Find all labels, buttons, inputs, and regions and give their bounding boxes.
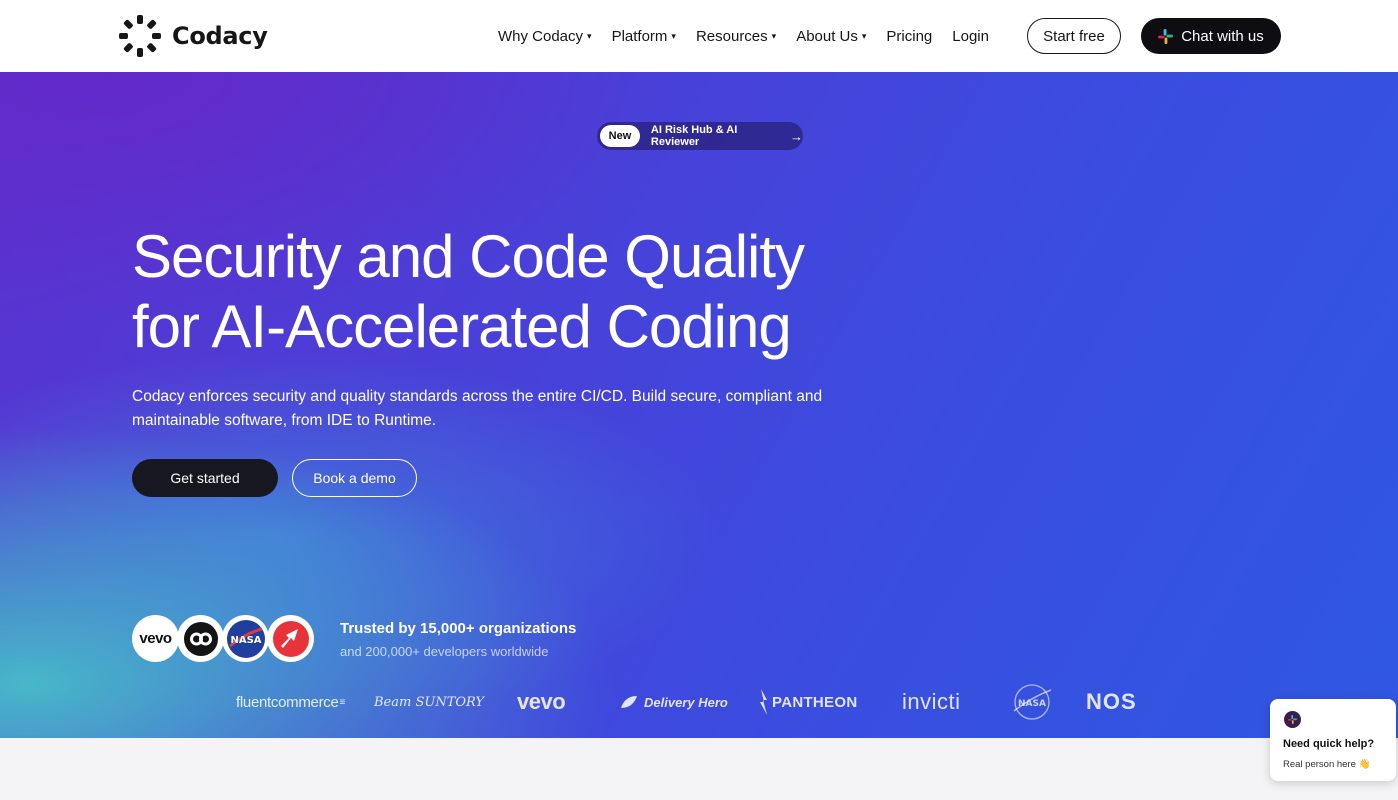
menu-pricing[interactable]: Pricing — [886, 28, 932, 45]
brand-text: NASA — [1018, 699, 1046, 709]
brand-text: PANTHEON — [772, 693, 858, 711]
pantheon-bolt-icon — [760, 689, 767, 715]
customer-logos: fluentcommerce ≡ Beam SUNTORY vevo Deliv… — [236, 682, 1166, 722]
nasa-logo: NASA — [1011, 682, 1053, 722]
slack-icon — [1284, 711, 1301, 728]
brand-text: vevo — [517, 689, 566, 714]
brand-text: Beam SUNTORY — [374, 694, 484, 710]
menu-label: Why Codacy — [498, 27, 584, 45]
caret-down-icon: ▾ — [587, 30, 592, 41]
customer-avatars: vevo NASA — [132, 615, 314, 662]
caret-down-icon: ▾ — [861, 30, 867, 41]
menu-about-us[interactable]: About Us ▾ — [796, 28, 866, 45]
help-title: Need quick help? — [1283, 738, 1375, 750]
menu-why-codacy[interactable]: Why Codacy ▾ — [498, 28, 592, 45]
brand-logo[interactable]: Codacy — [118, 14, 268, 58]
nos-logo: NOS — [1086, 682, 1137, 722]
arrow-right-icon: → — [790, 128, 803, 144]
menu-resources[interactable]: Resources ▾ — [696, 28, 776, 45]
help-chat-widget[interactable]: Need quick help? Real person here 👋 — [1270, 699, 1396, 781]
rocket-logo-icon — [272, 620, 309, 657]
trusted-headline: Trusted by 15,000+ organizations — [340, 620, 577, 637]
announcement-badge[interactable]: New AI Risk Hub & AI Reviewer → — [597, 122, 803, 150]
vevo-logo: vevo — [517, 682, 566, 722]
co-avatar — [177, 615, 224, 662]
nasa-meatball-icon: NASA — [1013, 684, 1052, 720]
slack-mini-icon — [1288, 715, 1297, 724]
pantheon-logo: PANTHEON — [758, 682, 857, 722]
chat-label: Chat with us — [1181, 27, 1264, 45]
book-demo-button[interactable]: Book a demo — [292, 459, 417, 497]
new-tag: New — [600, 125, 640, 147]
brand-text: invicti — [902, 689, 961, 714]
slack-icon — [1158, 28, 1174, 44]
chat-with-us-button[interactable]: Chat with us — [1141, 18, 1281, 54]
get-started-button[interactable]: Get started — [132, 459, 278, 497]
nasa-logo-icon: NASA — [226, 619, 265, 658]
co-logo-icon — [183, 621, 218, 656]
invicti-logo: invicti — [902, 682, 961, 722]
nasa-avatar: NASA — [222, 615, 269, 662]
menu-label: Pricing — [886, 27, 933, 45]
stripes-icon: ≡ — [339, 696, 346, 708]
delivery-hero-icon — [621, 696, 637, 708]
caret-down-icon: ▾ — [671, 30, 676, 41]
brand-text: fluentcommerce — [236, 693, 339, 711]
headline-line-2: for AI-Accelerated Coding — [132, 293, 792, 360]
brand-text: Delivery Hero — [644, 694, 728, 710]
help-subtext: Real person here 👋 — [1283, 759, 1371, 770]
announcement-text: AI Risk Hub & AI Reviewer — [650, 124, 738, 148]
hero-headline: Security and Code Quality for AI-Acceler… — [132, 222, 952, 362]
nasa-avatar-text: NASA — [230, 635, 261, 646]
main-menu: Why Codacy ▾ Platform ▾ Resources ▾ About U… — [498, 0, 1009, 72]
brand-name: Codacy — [172, 22, 268, 50]
menu-label: Platform — [611, 27, 668, 45]
caret-down-icon: ▾ — [771, 30, 777, 41]
codacy-logo-icon — [119, 15, 161, 57]
delivery-hero-logo: Delivery Hero — [619, 682, 728, 722]
menu-label: Resources — [695, 27, 768, 45]
rocket-avatar — [267, 615, 314, 662]
start-free-button[interactable]: Start free — [1027, 18, 1121, 54]
vevo-avatar: vevo — [132, 615, 179, 662]
vevo-avatar-text: vevo — [139, 630, 172, 647]
beam-suntory-logo: Beam SUNTORY — [374, 682, 484, 722]
menu-label: About Us — [796, 27, 858, 45]
hero-subcopy: Codacy enforces security and quality sta… — [132, 388, 823, 429]
brand-text: NOS — [1086, 689, 1137, 714]
trusted-subtext: and 200,000+ developers worldwide — [340, 644, 549, 659]
next-section-title-peek — [450, 782, 950, 800]
headline-line-1: Security and Code Quality — [132, 223, 805, 290]
menu-login[interactable]: Login — [952, 28, 989, 45]
hero-section: New AI Risk Hub & AI Reviewer → Security… — [0, 72, 1398, 738]
top-navigation: Codacy Why Codacy ▾ Platform ▾ Resources ▾ … — [0, 0, 1398, 72]
fluentcommerce-logo: fluentcommerce ≡ — [236, 682, 345, 722]
menu-platform[interactable]: Platform ▾ — [612, 28, 676, 45]
menu-label: Login — [952, 27, 989, 45]
